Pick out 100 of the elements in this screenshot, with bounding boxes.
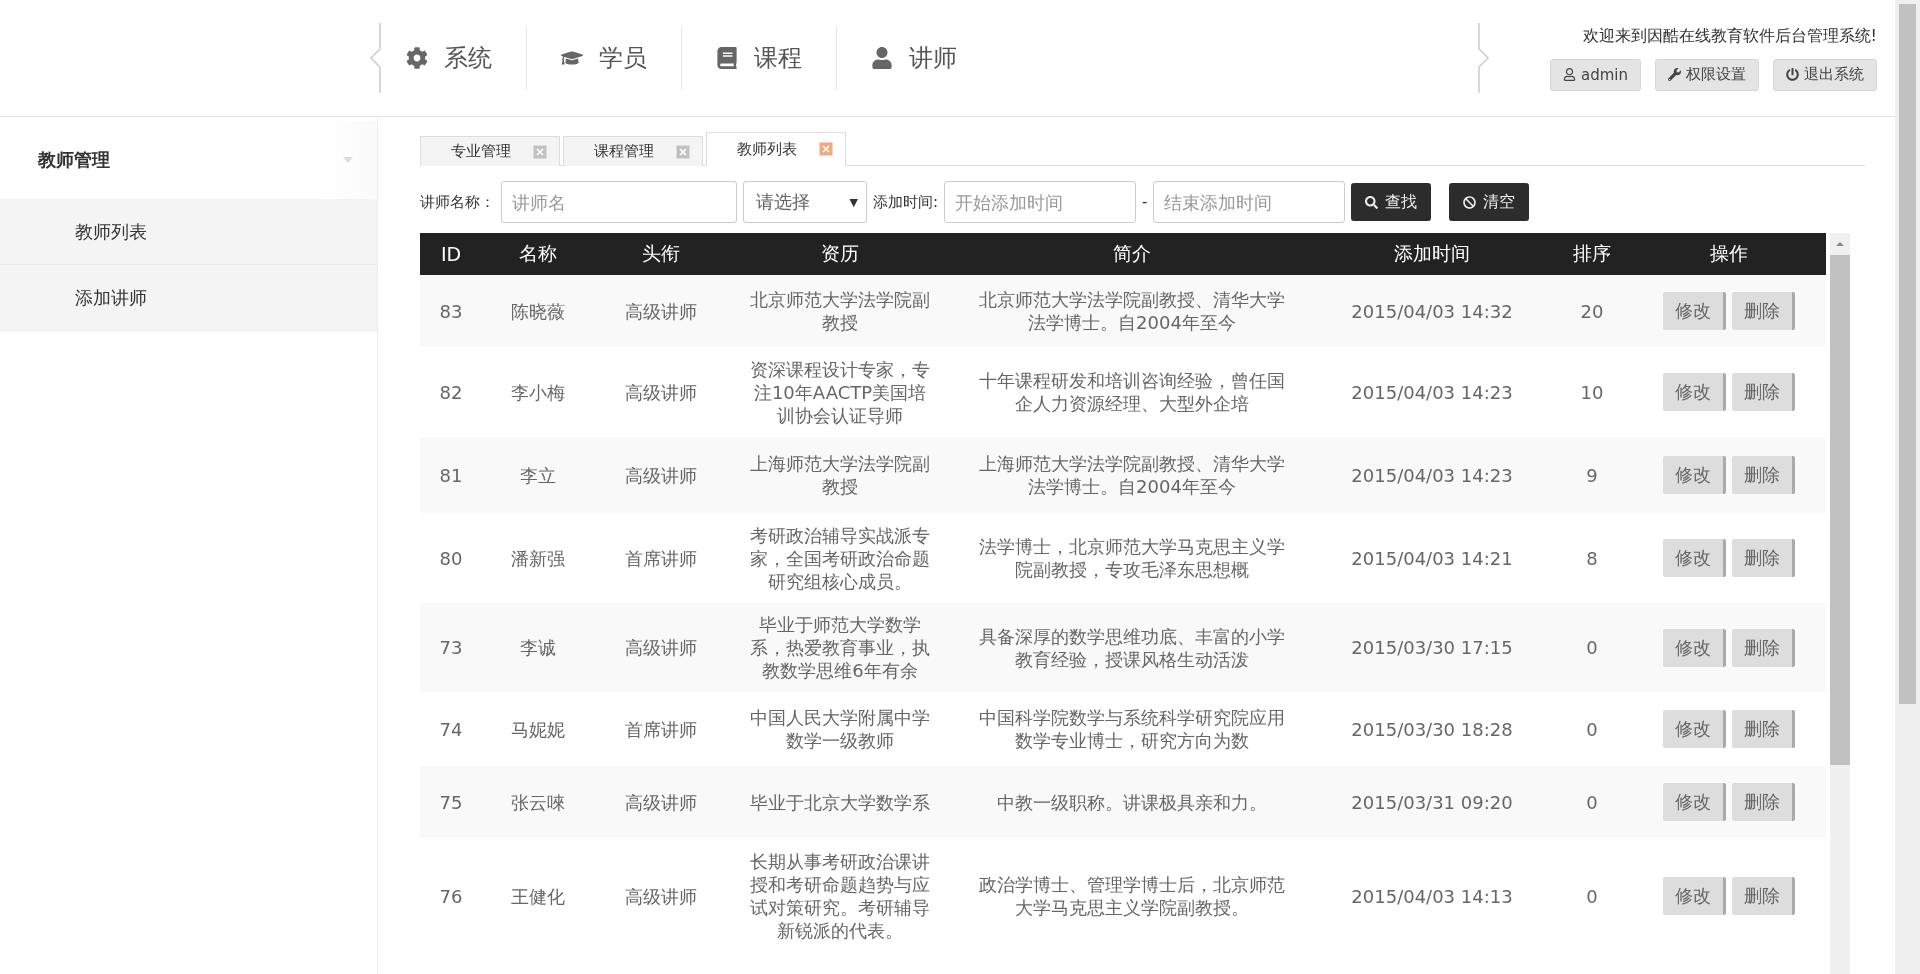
table-cell-text: 毕业于师范大学数学系，热爱教育事业，执教数学思维6年有余	[749, 613, 931, 682]
column-header: 头衔	[594, 233, 728, 275]
table-cell: 王健化	[511, 885, 565, 907]
table-cell: 张云唻	[511, 791, 565, 813]
table-cell: 9	[1586, 464, 1598, 486]
nav-item[interactable]: 学员	[526, 26, 681, 90]
table-cell: 2015/04/03 14:32	[1351, 300, 1513, 322]
field-label: 讲师名称：	[420, 192, 495, 212]
header-button[interactable]: admin	[1550, 58, 1641, 91]
table-cell: 高级讲师	[625, 885, 697, 907]
table-cell: 2015/03/30 17:15	[1351, 637, 1513, 658]
table-cell-text: 北京师范大学法学院副教授、清华大学法学博士。自2004年至今	[978, 288, 1286, 334]
edit-button[interactable]: 修改	[1663, 373, 1726, 411]
table-cell: 81	[439, 464, 463, 486]
delete-button[interactable]: 删除	[1732, 292, 1795, 330]
table-cell-text: 上海师范大学法学院副教授	[749, 452, 931, 498]
nav-item[interactable]: 讲师	[836, 26, 991, 90]
edit-button[interactable]: 修改	[1663, 877, 1726, 915]
table-cell: 80	[439, 547, 463, 569]
table-cell: 高级讲师	[625, 791, 697, 813]
column-header: 资历	[728, 233, 952, 275]
nav-item[interactable]: 系统	[388, 26, 526, 90]
table-cell: 高级讲师	[625, 381, 697, 403]
sidebar-item[interactable]: 教师列表	[0, 199, 377, 265]
select-field[interactable]: 请选择 ▼	[743, 181, 867, 223]
table-cell-text: 北京师范大学法学院副教授	[749, 288, 931, 334]
delete-button[interactable]: 删除	[1732, 456, 1795, 494]
table-cell-text: 考研政治辅导实战派专家，全国考研政治命题研究组核心成员。	[749, 523, 931, 593]
table-cell: 20	[1580, 300, 1604, 322]
tab[interactable]: 专业管理	[420, 136, 560, 166]
table-cell: 首席讲师	[625, 718, 697, 740]
table-cell: 0	[1586, 791, 1598, 813]
table-cell: 2015/04/03 14:21	[1351, 547, 1513, 569]
table-cell: 75	[439, 791, 463, 813]
table-cell: 陈晓薇	[511, 300, 565, 322]
edit-button[interactable]: 修改	[1663, 783, 1726, 821]
table-cell: 73	[439, 637, 463, 658]
nav-item[interactable]: 课程	[681, 26, 836, 90]
clear-button[interactable]: 清空	[1449, 183, 1530, 221]
table-cell: 毕业于北京大学数学系	[750, 790, 930, 814]
column-header: ID	[420, 233, 482, 275]
table-cell-text: 中国人民大学附属中学数学一级教师	[749, 706, 931, 752]
table-cell: 首席讲师	[625, 547, 697, 569]
table-cell: 0	[1586, 637, 1598, 658]
table-cell-text: 中国科学院数学与系统科学研究院应用数学专业博士，研究方向为数	[978, 706, 1286, 752]
range-dash: -	[1142, 193, 1148, 211]
edit-button[interactable]: 修改	[1663, 710, 1726, 748]
table-cell: 李立	[520, 464, 556, 486]
table-cell-text: 资深课程设计专家，专注10年AACTP美国培训协会认证导师	[749, 357, 931, 427]
table-cell: 8	[1586, 547, 1598, 569]
table-cell: 0	[1586, 885, 1598, 907]
delete-button[interactable]: 删除	[1732, 373, 1795, 411]
delete-button[interactable]: 删除	[1732, 710, 1795, 748]
edit-button[interactable]: 修改	[1663, 456, 1726, 494]
header-button[interactable]: 退出系统	[1773, 58, 1877, 91]
table-cell-text: 具备深厚的数学思维功底、丰富的小学教育经验，授课风格生动活泼	[978, 624, 1286, 671]
table-cell: 2015/04/03 14:23	[1351, 464, 1513, 486]
table-cell: 马妮妮	[511, 718, 565, 740]
table-cell: 74	[439, 718, 463, 740]
end-date-field[interactable]: 结束添加时间	[1153, 181, 1346, 223]
table-cell: 82	[439, 381, 463, 403]
start-date-field[interactable]: 开始添加时间	[944, 181, 1137, 223]
table-cell: 2015/03/30 18:28	[1351, 718, 1513, 740]
tab[interactable]: 课程管理	[563, 136, 703, 166]
table-cell: 高级讲师	[625, 300, 697, 322]
table-cell-text: 政治学博士、管理学博士后，北京师范大学马克思主义学院副教授。	[978, 873, 1286, 919]
table-cell: 李小梅	[511, 381, 565, 403]
delete-button[interactable]: 删除	[1732, 783, 1795, 821]
edit-button[interactable]: 修改	[1663, 539, 1726, 577]
name-field[interactable]: 讲师名	[501, 181, 737, 223]
tab[interactable]: 教师列表	[706, 132, 846, 166]
table-cell: 2015/03/31 09:20	[1351, 791, 1513, 813]
column-header: 操作	[1632, 233, 1826, 275]
table-cell: 中教一级职称。讲课极具亲和力。	[997, 790, 1267, 814]
table-cell: 高级讲师	[625, 637, 697, 658]
table-cell: 10	[1580, 381, 1604, 403]
column-header: 简介	[952, 233, 1312, 275]
column-header: 添加时间	[1312, 233, 1552, 275]
column-header: 名称	[482, 233, 594, 275]
table-cell: 2015/04/03 14:13	[1351, 885, 1513, 907]
welcome-text: 欢迎来到因酷在线教育软件后台管理系统!	[1582, 25, 1877, 47]
delete-button[interactable]: 删除	[1732, 539, 1795, 577]
delete-button[interactable]: 删除	[1732, 877, 1795, 915]
table-cell: 李诚	[520, 637, 556, 658]
table-cell: 2015/04/03 14:23	[1351, 381, 1513, 403]
field-label: 添加时间:	[873, 192, 939, 212]
table-cell: 潘新强	[511, 547, 565, 569]
table-cell: 0	[1586, 718, 1598, 740]
edit-button[interactable]: 修改	[1663, 628, 1726, 667]
table-cell-text: 长期从事考研政治课讲授和考研命题趋势与应试对策研究。考研辅导新锐派的代表。	[749, 850, 931, 942]
delete-button[interactable]: 删除	[1732, 628, 1795, 667]
column-header: 排序	[1552, 233, 1632, 275]
search-button[interactable]: 查找	[1351, 183, 1432, 221]
table-cell-text: 十年课程研发和培训咨询经验，曾任国企人力资源经理、大型外企培	[978, 369, 1286, 415]
table-cell: 高级讲师	[625, 464, 697, 486]
edit-button[interactable]: 修改	[1663, 292, 1726, 330]
dropdown-arrow: ▼	[849, 195, 858, 209]
header-button[interactable]: 权限设置	[1655, 58, 1759, 91]
table-cell-text: 法学博士，北京师范大学马克思主义学院副教授，专攻毛泽东思想概	[978, 535, 1286, 581]
sidebar-item[interactable]: 添加讲师	[0, 265, 377, 331]
